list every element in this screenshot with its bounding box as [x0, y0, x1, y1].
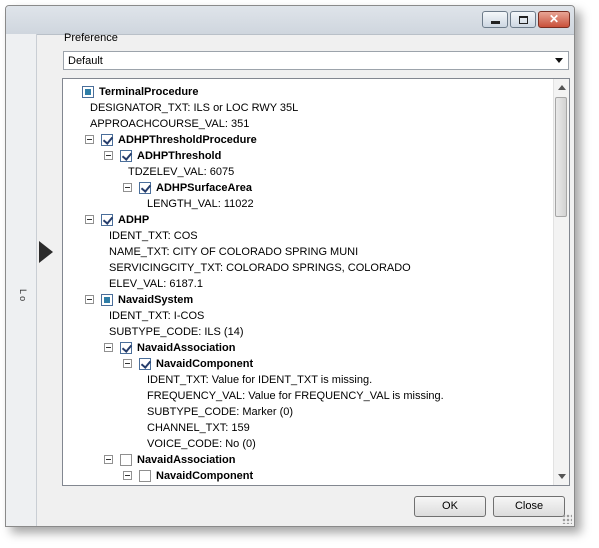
attribute-label: ELEV_VAL: 6187.1	[109, 278, 203, 290]
attribute-label: VOICE_CODE: No (0)	[147, 438, 256, 450]
side-panel-label: L o	[18, 289, 28, 302]
preference-label: Preference	[64, 32, 118, 44]
node-checkbox[interactable]	[101, 134, 113, 146]
tree-row[interactable]: NavaidAssociation	[63, 340, 553, 356]
tree-row[interactable]: NavaidSystem	[63, 292, 553, 308]
attribute-label: TDZELEV_VAL: 6075	[128, 166, 235, 178]
tree-row[interactable]: ADHPSurfaceArea	[63, 180, 553, 196]
node-label: TerminalProcedure	[99, 86, 199, 98]
collapse-toggle-icon[interactable]	[104, 455, 113, 464]
attribute-label: APPROACHCOURSE_VAL: 351	[90, 118, 250, 130]
node-label: ADHPThresholdProcedure	[118, 134, 257, 146]
node-checkbox[interactable]	[101, 294, 113, 306]
vertical-scrollbar[interactable]	[553, 79, 569, 485]
tree-row[interactable]: ADHP	[63, 212, 553, 228]
feature-tree[interactable]: TerminalProcedure DESIGNATOR_TXT: ILS or …	[62, 78, 570, 486]
attribute-label: SERVICINGCITY_TXT: COLORADO SPRINGS, COL…	[109, 262, 411, 274]
node-checkbox[interactable]	[139, 470, 151, 482]
node-label: NavaidComponent	[156, 470, 254, 482]
scroll-thumb[interactable]	[555, 97, 567, 217]
node-label: ADHPSurfaceArea	[156, 182, 252, 194]
tree-row[interactable]: APPROACHCOURSE_VAL: 351	[63, 116, 553, 132]
node-label: ADHP	[118, 214, 150, 226]
attribute-label: NAME_TXT: CITY OF COLORADO SPRING MUNI	[109, 246, 359, 258]
node-label: NavaidAssociation	[137, 454, 236, 466]
tree-row[interactable]: NAME_TXT: CITY OF COLORADO SPRING MUNI	[63, 244, 553, 260]
tree-row[interactable]: SUBTYPE_CODE: Marker (0)	[63, 404, 553, 420]
preference-dropdown[interactable]: Default	[63, 51, 569, 70]
expand-panel-arrow-icon[interactable]	[39, 241, 53, 263]
tree-row[interactable]: VOICE_CODE: No (0)	[63, 436, 553, 452]
attribute-label: IDENT_TXT: COS	[109, 230, 198, 242]
node-label: NavaidAssociation	[137, 342, 236, 354]
minimize-icon	[483, 12, 507, 27]
collapse-toggle-icon[interactable]	[85, 215, 94, 224]
tree-row[interactable]: TerminalProcedure	[63, 84, 553, 100]
maximize-button[interactable]	[510, 11, 536, 28]
collapse-toggle-icon[interactable]	[104, 151, 113, 160]
title-bar: ✕	[6, 6, 574, 35]
dropdown-arrow-icon	[555, 58, 563, 63]
collapse-toggle-icon[interactable]	[123, 359, 132, 368]
scroll-down-icon[interactable]	[558, 474, 566, 479]
attribute-label: SUBTYPE_CODE: ILS (14)	[109, 326, 244, 338]
node-checkbox[interactable]	[120, 454, 132, 466]
tree-row[interactable]: NavaidComponent	[63, 468, 553, 484]
attribute-label: IDENT_TXT: I-COS	[147, 484, 242, 485]
attribute-label: IDENT_TXT: Value for IDENT_TXT is missin…	[147, 374, 373, 386]
tree-row[interactable]: DESIGNATOR_TXT: ILS or LOC RWY 35L	[63, 100, 553, 116]
close-window-button[interactable]: ✕	[538, 11, 570, 28]
node-checkbox[interactable]	[139, 358, 151, 370]
preference-selected-value: Default	[68, 55, 103, 67]
node-checkbox[interactable]	[120, 150, 132, 162]
collapse-toggle-icon[interactable]	[85, 295, 94, 304]
tree-row[interactable]: NavaidComponent	[63, 356, 553, 372]
tree-row[interactable]: IDENT_TXT: I-COS	[63, 308, 553, 324]
collapse-toggle-icon[interactable]	[123, 183, 132, 192]
collapse-toggle-icon[interactable]	[123, 471, 132, 480]
tree-row[interactable]: IDENT_TXT: I-COS	[63, 484, 553, 485]
tree-row[interactable]: IDENT_TXT: COS	[63, 228, 553, 244]
ok-button[interactable]: OK	[414, 496, 486, 517]
resize-grip[interactable]	[562, 514, 572, 524]
node-label: NavaidSystem	[118, 294, 194, 306]
node-label: ADHPThreshold	[137, 150, 222, 162]
scroll-up-icon[interactable]	[558, 85, 566, 90]
close-icon: ✕	[548, 12, 560, 26]
tree-row[interactable]: FREQUENCY_VAL: Value for FREQUENCY_VAL i…	[63, 388, 553, 404]
tree-row[interactable]: ADHPThreshold	[63, 148, 553, 164]
dialog-window: ✕ L o Preference Default TerminalProcedu…	[5, 5, 575, 527]
attribute-label: DESIGNATOR_TXT: ILS or LOC RWY 35L	[90, 102, 299, 114]
node-checkbox[interactable]	[101, 214, 113, 226]
collapsed-side-panel[interactable]: L o	[6, 34, 37, 526]
close-button[interactable]: Close	[493, 496, 565, 517]
attribute-label: FREQUENCY_VAL: Value for FREQUENCY_VAL i…	[147, 390, 444, 402]
maximize-icon	[511, 12, 535, 27]
collapse-toggle-icon[interactable]	[85, 135, 94, 144]
attribute-label: IDENT_TXT: I-COS	[109, 310, 205, 322]
tree-row[interactable]: ELEV_VAL: 6187.1	[63, 276, 553, 292]
tree-row[interactable]: SUBTYPE_CODE: ILS (14)	[63, 324, 553, 340]
tree-row[interactable]: NavaidAssociation	[63, 452, 553, 468]
attribute-label: LENGTH_VAL: 11022	[147, 198, 254, 210]
node-checkbox[interactable]	[82, 86, 94, 98]
tree-row[interactable]: IDENT_TXT: Value for IDENT_TXT is missin…	[63, 372, 553, 388]
tree-row[interactable]: ADHPThresholdProcedure	[63, 132, 553, 148]
tree-row[interactable]: SERVICINGCITY_TXT: COLORADO SPRINGS, COL…	[63, 260, 553, 276]
attribute-label: CHANNEL_TXT: 159	[147, 422, 250, 434]
node-checkbox[interactable]	[139, 182, 151, 194]
tree-row[interactable]: CHANNEL_TXT: 159	[63, 420, 553, 436]
tree-row[interactable]: TDZELEV_VAL: 6075	[63, 164, 553, 180]
node-label: NavaidComponent	[156, 358, 254, 370]
tree-row[interactable]: LENGTH_VAL: 11022	[63, 196, 553, 212]
node-checkbox[interactable]	[120, 342, 132, 354]
collapse-toggle-icon[interactable]	[104, 343, 113, 352]
attribute-label: SUBTYPE_CODE: Marker (0)	[147, 406, 294, 418]
minimize-button[interactable]	[482, 11, 508, 28]
